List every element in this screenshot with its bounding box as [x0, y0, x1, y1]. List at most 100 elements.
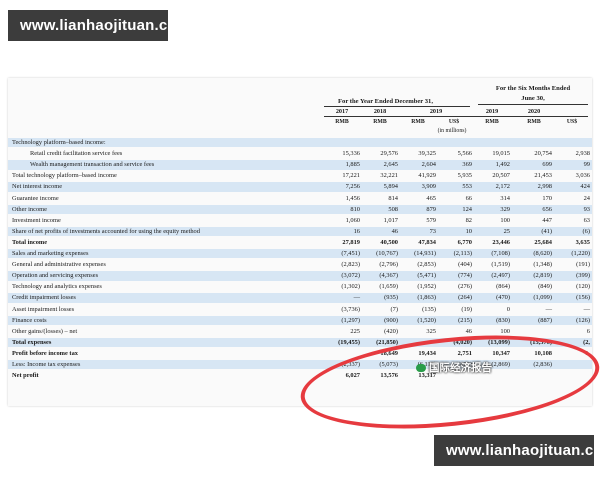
value-cell: (7,451) [341, 250, 360, 257]
value-cell: (887) [538, 316, 552, 324]
value-cell: 5,566 [457, 150, 472, 158]
row-label: Technology and analytics expenses [12, 283, 102, 291]
value-cell: (935) [384, 294, 398, 302]
table-row: Asset impairment losses (3,736) (7) (135) (1… [8, 305, 592, 314]
value-cell: 465 [426, 194, 436, 202]
value-cell: (1,348) [533, 261, 552, 269]
value-cell: (1,863) [417, 294, 436, 302]
table-row: Total technology platform–based income 17… [8, 171, 592, 180]
value-cell: 47,834 [418, 238, 436, 246]
value-cell: 20,754 [534, 150, 552, 158]
value-cell: 73 [429, 227, 436, 235]
value-cell: 23,446 [492, 238, 510, 246]
value-cell: 1,060 [345, 216, 360, 224]
table-row: Investment income 1,060 1,017 579 82 100 447 63 [8, 216, 592, 225]
value-cell: 6,770 [457, 238, 472, 246]
value-cell: (399) [576, 272, 590, 280]
value-cell: 508 [388, 205, 398, 213]
value-cell: 99 [583, 161, 590, 169]
value-cell: 579 [426, 216, 436, 224]
value-cell: (3,072) [341, 272, 360, 280]
value-cell: 15,336 [342, 150, 360, 158]
six-months-header-line2: June 30, [521, 95, 545, 102]
row-label: Retail credit facilitation service fees [30, 150, 123, 158]
value-cell: 553 [462, 183, 472, 191]
value-cell: 2,645 [383, 161, 398, 169]
value-cell: 1,492 [495, 161, 510, 169]
value-cell: (2,497) [491, 272, 510, 280]
value-cell: (830) [496, 316, 510, 324]
value-cell: 10 [465, 227, 472, 235]
value-cell: 314 [500, 194, 510, 202]
year-header-cell: 2019 [429, 108, 443, 115]
value-cell: (264) [458, 294, 472, 302]
value-cell: 447 [542, 216, 552, 224]
value-cell: (276) [458, 283, 472, 291]
value-cell: 656 [542, 205, 552, 213]
value-cell: (126) [576, 316, 590, 324]
value-cell: (120) [576, 283, 590, 291]
value-cell: 20,507 [492, 172, 510, 180]
row-label: Share of net profits of investments acco… [12, 227, 200, 235]
value-cell: 40,500 [380, 238, 398, 246]
value-cell: (1,519) [491, 261, 510, 269]
value-cell: 369 [462, 161, 472, 169]
table-row: Retail credit facilitation service fees 1… [8, 149, 592, 158]
value-cell: (2,819) [533, 272, 552, 280]
currency-header-cell: US$ [448, 119, 460, 125]
value-cell: 6 [586, 327, 590, 335]
value-cell: 66 [465, 194, 472, 202]
value-cell: 814 [388, 194, 398, 202]
value-cell: 2,172 [495, 183, 510, 191]
row-label: Finance costs [12, 316, 47, 324]
value-cell: 17,221 [342, 172, 360, 180]
value-cell: (420) [384, 327, 398, 335]
value-cell: (41) [541, 227, 552, 235]
value-cell: 82 [465, 216, 472, 224]
row-label: Total income [12, 238, 48, 246]
value-cell: 29,576 [380, 150, 398, 158]
value-cell: 39,325 [418, 150, 436, 158]
value-cell: (1,297) [341, 316, 360, 324]
watermark-bottom: www.lianhaojituan.com [434, 435, 600, 466]
currency-header-cell: RMB [373, 119, 387, 125]
table-row: Share of net profits of investments acco… [8, 226, 592, 237]
table-row: Technology platform–based income: [8, 138, 592, 148]
value-cell: 46 [391, 227, 398, 235]
row-label: Technology platform–based income: [12, 139, 106, 146]
value-cell: 424 [580, 183, 590, 191]
value-cell: (14,931) [414, 250, 436, 257]
overlay-text: 国际经济报告 [429, 362, 492, 374]
value-cell: 24 [583, 194, 590, 202]
year-header-cell: 2019 [485, 108, 499, 115]
value-cell: (849) [538, 283, 552, 291]
table-row: Technology and analytics expenses (1,302)… [8, 282, 592, 291]
value-cell: (19) [461, 305, 472, 313]
value-cell: — [353, 294, 360, 302]
row-label: Net interest income [12, 183, 63, 191]
currency-header-cell: RMB [485, 119, 499, 125]
value-cell: 879 [426, 205, 436, 213]
currency-header-cell: RMB [411, 119, 425, 125]
value-cell: (2,823) [341, 261, 360, 269]
value-cell: 225 [350, 327, 360, 335]
row-label: Less: Income tax expenses [12, 361, 81, 368]
value-cell: 1,885 [345, 161, 360, 169]
value-cell: 810 [350, 205, 360, 213]
wechat-overlay-label: 国际经济报告 [416, 360, 492, 375]
wechat-icon [416, 364, 426, 372]
value-cell: (1,099) [533, 294, 552, 302]
value-cell: (2,113) [453, 250, 472, 257]
value-cell: (864) [496, 283, 510, 291]
value-cell: (6) [582, 227, 590, 235]
value-cell: (10,767) [376, 250, 398, 257]
table-row: Operation and servicing expenses (3,072) (… [8, 271, 592, 281]
value-cell: 325 [426, 327, 436, 335]
value-cell: — [545, 305, 552, 313]
value-cell: 1,017 [383, 216, 398, 224]
currency-header-cell: US$ [566, 119, 578, 125]
value-cell: 100 [500, 216, 510, 224]
value-cell: 2,938 [575, 150, 590, 158]
table-row: Total income 27,819 40,500 47,834 6,770 23,44… [8, 238, 592, 247]
value-cell: (156) [576, 294, 590, 302]
